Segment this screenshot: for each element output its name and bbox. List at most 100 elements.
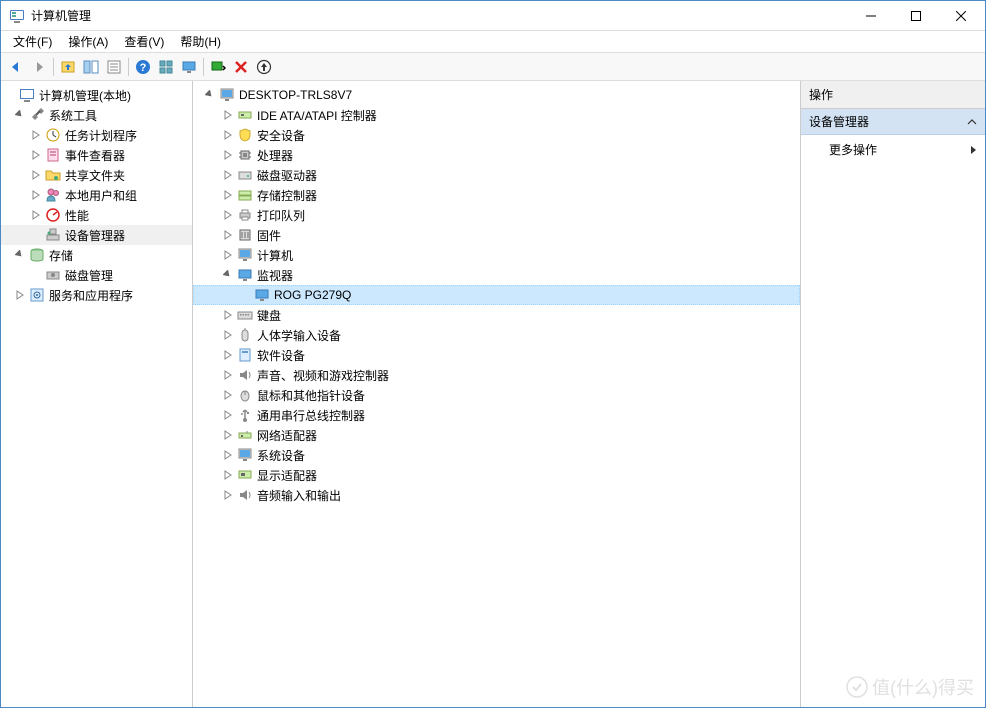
expand-icon[interactable] <box>221 168 235 182</box>
tools-icon <box>29 107 45 123</box>
folder-share-icon <box>45 167 61 183</box>
help-button[interactable]: ? <box>132 56 154 78</box>
expand-icon[interactable] <box>29 188 43 202</box>
actions-section[interactable]: 设备管理器 <box>801 109 985 135</box>
left-pane-tree[interactable]: 计算机管理(本地) 系统工具 任务计划程序 事件查看器 共享文件夹 本地用户和组 <box>1 81 193 707</box>
expand-icon[interactable] <box>221 188 235 202</box>
tree-disk-mgmt[interactable]: 磁盘管理 <box>1 265 192 285</box>
menu-view[interactable]: 查看(V) <box>116 31 172 52</box>
show-hide-console-button[interactable] <box>80 56 102 78</box>
device-monitors[interactable]: 监视器 <box>193 265 800 285</box>
legacy-add-button[interactable] <box>253 56 275 78</box>
node-label: 软件设备 <box>257 347 305 364</box>
device-ide[interactable]: IDE ATA/ATAPI 控制器 <box>193 105 800 125</box>
node-label: 存储控制器 <box>257 187 317 204</box>
expand-icon[interactable] <box>221 128 235 142</box>
actions-more[interactable]: 更多操作 <box>801 135 985 164</box>
expand-icon[interactable] <box>221 448 235 462</box>
network-icon <box>237 427 253 443</box>
back-button[interactable] <box>5 56 27 78</box>
tree-storage[interactable]: 存储 <box>1 245 192 265</box>
monitor-button[interactable] <box>178 56 200 78</box>
expand-icon[interactable] <box>221 248 235 262</box>
tree-root[interactable]: 计算机管理(本地) <box>1 85 192 105</box>
expand-icon[interactable] <box>221 488 235 502</box>
collapse-icon[interactable] <box>203 88 217 102</box>
monitor-icon <box>237 267 253 283</box>
collapse-icon[interactable] <box>221 268 235 282</box>
device-keyboards[interactable]: 键盘 <box>193 305 800 325</box>
device-processors[interactable]: 处理器 <box>193 145 800 165</box>
device-usb[interactable]: 通用串行总线控制器 <box>193 405 800 425</box>
device-print-queue[interactable]: 打印队列 <box>193 205 800 225</box>
device-root[interactable]: DESKTOP-TRLS8V7 <box>193 85 800 105</box>
menu-file[interactable]: 文件(F) <box>5 31 60 52</box>
collapse-icon[interactable] <box>13 248 27 262</box>
view-button[interactable] <box>155 56 177 78</box>
menu-action[interactable]: 操作(A) <box>60 31 116 52</box>
device-sound[interactable]: 声音、视频和游戏控制器 <box>193 365 800 385</box>
scan-button[interactable] <box>207 56 229 78</box>
node-label: 声音、视频和游戏控制器 <box>257 367 389 384</box>
device-software[interactable]: 软件设备 <box>193 345 800 365</box>
device-disk-drives[interactable]: 磁盘驱动器 <box>193 165 800 185</box>
node-label: 监视器 <box>257 267 293 284</box>
expand-icon[interactable] <box>221 368 235 382</box>
expander-icon[interactable] <box>3 88 17 102</box>
forward-button[interactable] <box>28 56 50 78</box>
expand-icon[interactable] <box>29 128 43 142</box>
tree-services-apps[interactable]: 服务和应用程序 <box>1 285 192 305</box>
device-network[interactable]: 网络适配器 <box>193 425 800 445</box>
usb-icon <box>237 407 253 423</box>
expand-icon[interactable] <box>221 228 235 242</box>
expand-icon[interactable] <box>221 208 235 222</box>
expand-icon[interactable] <box>221 468 235 482</box>
minimize-button[interactable] <box>848 1 893 30</box>
close-button[interactable] <box>938 1 983 30</box>
expand-icon[interactable] <box>13 288 27 302</box>
device-mice[interactable]: 鼠标和其他指针设备 <box>193 385 800 405</box>
expand-icon[interactable] <box>29 208 43 222</box>
tree-event-viewer[interactable]: 事件查看器 <box>1 145 192 165</box>
node-label: 人体学输入设备 <box>257 327 341 344</box>
expand-icon[interactable] <box>29 168 43 182</box>
device-monitor-item[interactable]: ROG PG279Q <box>193 285 800 305</box>
device-storage-ctrl[interactable]: 存储控制器 <box>193 185 800 205</box>
tree-local-users[interactable]: 本地用户和组 <box>1 185 192 205</box>
device-audio-io[interactable]: 音频输入和输出 <box>193 485 800 505</box>
device-tree-pane[interactable]: DESKTOP-TRLS8V7 IDE ATA/ATAPI 控制器 安全设备 处… <box>193 81 801 707</box>
properties-button[interactable] <box>103 56 125 78</box>
device-firmware[interactable]: 固件 <box>193 225 800 245</box>
expand-icon[interactable] <box>221 308 235 322</box>
device-system[interactable]: 系统设备 <box>193 445 800 465</box>
maximize-button[interactable] <box>893 1 938 30</box>
expand-icon[interactable] <box>221 348 235 362</box>
expand-icon[interactable] <box>221 148 235 162</box>
node-label: 系统设备 <box>257 447 305 464</box>
device-display[interactable]: 显示适配器 <box>193 465 800 485</box>
menu-help[interactable]: 帮助(H) <box>172 31 229 52</box>
delete-button[interactable] <box>230 56 252 78</box>
tree-shared-folders[interactable]: 共享文件夹 <box>1 165 192 185</box>
collapse-icon[interactable] <box>13 108 27 122</box>
expand-icon[interactable] <box>221 108 235 122</box>
device-hid[interactable]: 人体学输入设备 <box>193 325 800 345</box>
expand-icon[interactable] <box>221 428 235 442</box>
system-icon <box>237 447 253 463</box>
up-button[interactable] <box>57 56 79 78</box>
expand-icon[interactable] <box>221 388 235 402</box>
tree-system-tools[interactable]: 系统工具 <box>1 105 192 125</box>
titlebar: 计算机管理 <box>1 1 985 31</box>
expand-icon[interactable] <box>221 328 235 342</box>
firmware-icon <box>237 227 253 243</box>
node-label: 通用串行总线控制器 <box>257 407 365 424</box>
tree-task-scheduler[interactable]: 任务计划程序 <box>1 125 192 145</box>
device-computers[interactable]: 计算机 <box>193 245 800 265</box>
users-icon <box>45 187 61 203</box>
tree-performance[interactable]: 性能 <box>1 205 192 225</box>
node-label: 设备管理器 <box>65 227 125 244</box>
expand-icon[interactable] <box>221 408 235 422</box>
device-security[interactable]: 安全设备 <box>193 125 800 145</box>
tree-device-manager[interactable]: 设备管理器 <box>1 225 192 245</box>
expand-icon[interactable] <box>29 148 43 162</box>
